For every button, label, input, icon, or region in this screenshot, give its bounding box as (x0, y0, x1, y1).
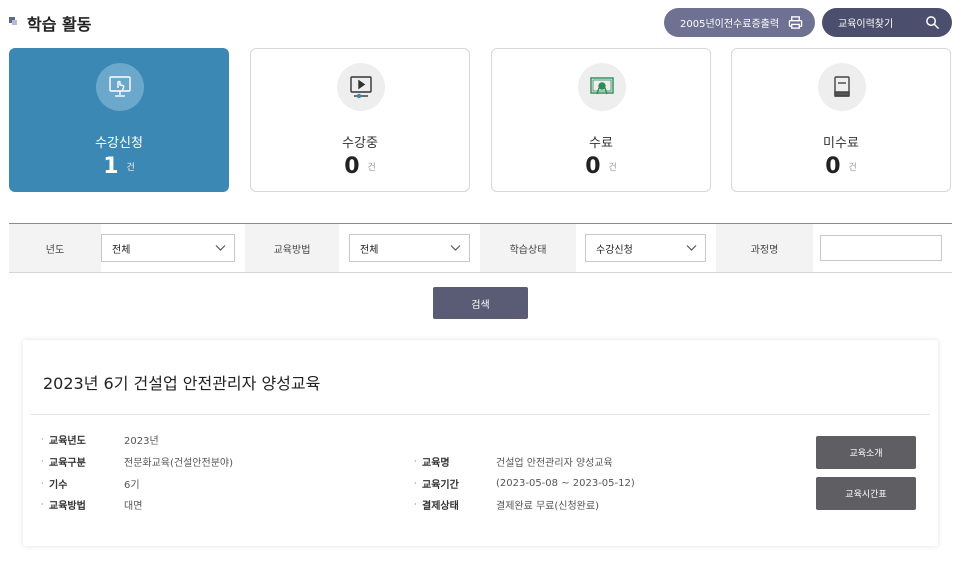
field-value: 6기 (124, 479, 140, 491)
card-completed[interactable]: 수료 0건 (491, 48, 711, 192)
course-intro-button[interactable]: 교육소개 (816, 436, 916, 469)
method-select-value: 전체 (360, 244, 379, 256)
card-applied[interactable]: 수강신청 1건 (9, 48, 229, 192)
field-key: 교육구분 (49, 457, 86, 469)
field-row: · 교육명 건설업 안전관리자 양성교육 (414, 454, 613, 469)
course-card: 2023년 6기 건설업 안전관리자 양성교육 · 교육년도 2023년 · 교육구… (23, 340, 938, 546)
search-button[interactable]: 검색 (433, 287, 528, 319)
card-label: 수료 (589, 136, 613, 151)
field-row: · 교육방법 대면 (41, 497, 142, 512)
chevron-down-icon (686, 245, 697, 251)
status-select[interactable]: 수강신청 (585, 234, 706, 262)
field-key: 교육기간 (422, 479, 459, 491)
video-play-icon (350, 76, 372, 99)
field-key: 결제상태 (422, 500, 459, 512)
printer-icon (788, 16, 803, 29)
card-label: 수강신청 (95, 136, 143, 151)
card-label: 수강중 (342, 136, 378, 151)
field-key: 교육명 (422, 457, 450, 469)
course-schedule-button[interactable]: 교육시간표 (816, 477, 916, 510)
method-label: 교육방법 (245, 224, 339, 272)
certificate-icon (590, 77, 614, 95)
card-count: 0 (825, 154, 841, 179)
card-not-completed[interactable]: 미수료 0건 (731, 48, 951, 192)
touch-screen-icon (109, 76, 131, 97)
card-icon-circle (818, 63, 866, 111)
course-name-input[interactable] (820, 235, 942, 261)
course-name-label: 과정명 (716, 224, 813, 272)
status-label: 학습상태 (480, 224, 576, 272)
card-in-progress[interactable]: 수강중 0건 (250, 48, 470, 192)
card-unit: 건 (608, 163, 617, 173)
card-count: 0 (585, 154, 601, 179)
field-value: (2023-05-08 ~ 2023-05-12) (496, 477, 635, 489)
method-select[interactable]: 전체 (349, 234, 470, 262)
find-history-label: 교육이력찾기 (838, 19, 894, 30)
chevron-down-icon (450, 245, 461, 251)
find-history-button[interactable]: 교육이력찾기 (822, 8, 952, 37)
field-value: 결제완료 무료(신청완료) (496, 500, 599, 512)
divider (31, 414, 930, 415)
chevron-down-icon (215, 245, 226, 251)
field-value: 전문화교육(건설안전분야) (124, 457, 234, 469)
year-label: 년도 (9, 224, 101, 272)
field-row: · 교육기간 (2023-05-08 ~ 2023-05-12) (414, 477, 635, 491)
field-row: · 결제상태 결제완료 무료(신청완료) (414, 497, 599, 512)
year-select-value: 전체 (112, 244, 131, 256)
page-header: 학습 활동 2005년이전수료증출력 교육이력찾기 (0, 0, 966, 46)
search-filter-bar: 년도 전체 교육방법 전체 학습상태 수강신청 과정명 (9, 223, 952, 273)
field-row: · 기수 6기 (41, 476, 140, 491)
year-select[interactable]: 전체 (101, 234, 235, 262)
field-key: 기수 (49, 479, 68, 491)
search-icon (926, 16, 940, 30)
card-unit: 건 (126, 163, 135, 173)
card-unit: 건 (367, 163, 376, 173)
page-title: 학습 활동 (27, 15, 92, 34)
card-icon-circle (337, 63, 385, 111)
field-value: 건설업 안전관리자 양성교육 (496, 457, 613, 469)
card-icon-circle (96, 63, 144, 111)
print-certificate-label: 2005년이전수료증출력 (680, 19, 780, 30)
card-unit: 건 (848, 163, 857, 173)
field-key: 교육방법 (49, 500, 86, 512)
status-select-value: 수강신청 (596, 244, 633, 256)
card-label: 미수료 (823, 136, 859, 151)
title-bullet-icon (9, 17, 17, 25)
field-value: 2023년 (124, 435, 159, 447)
field-row: · 교육구분 전문화교육(건설안전분야) (41, 454, 233, 469)
document-icon (834, 76, 850, 97)
card-count: 1 (103, 154, 119, 179)
course-title: 2023년 6기 건설업 안전관리자 양성교육 (43, 374, 321, 393)
card-count: 0 (344, 154, 360, 179)
card-icon-circle (578, 63, 626, 111)
field-value: 대면 (124, 500, 143, 512)
field-key: 교육년도 (49, 435, 86, 447)
status-cards: 수강신청 1건 수강중 0건 수료 0 건 미수료 0 건 (9, 48, 952, 193)
print-certificate-button[interactable]: 2005년이전수료증출력 (664, 8, 815, 37)
field-row: · 교육년도 2023년 (41, 432, 159, 447)
